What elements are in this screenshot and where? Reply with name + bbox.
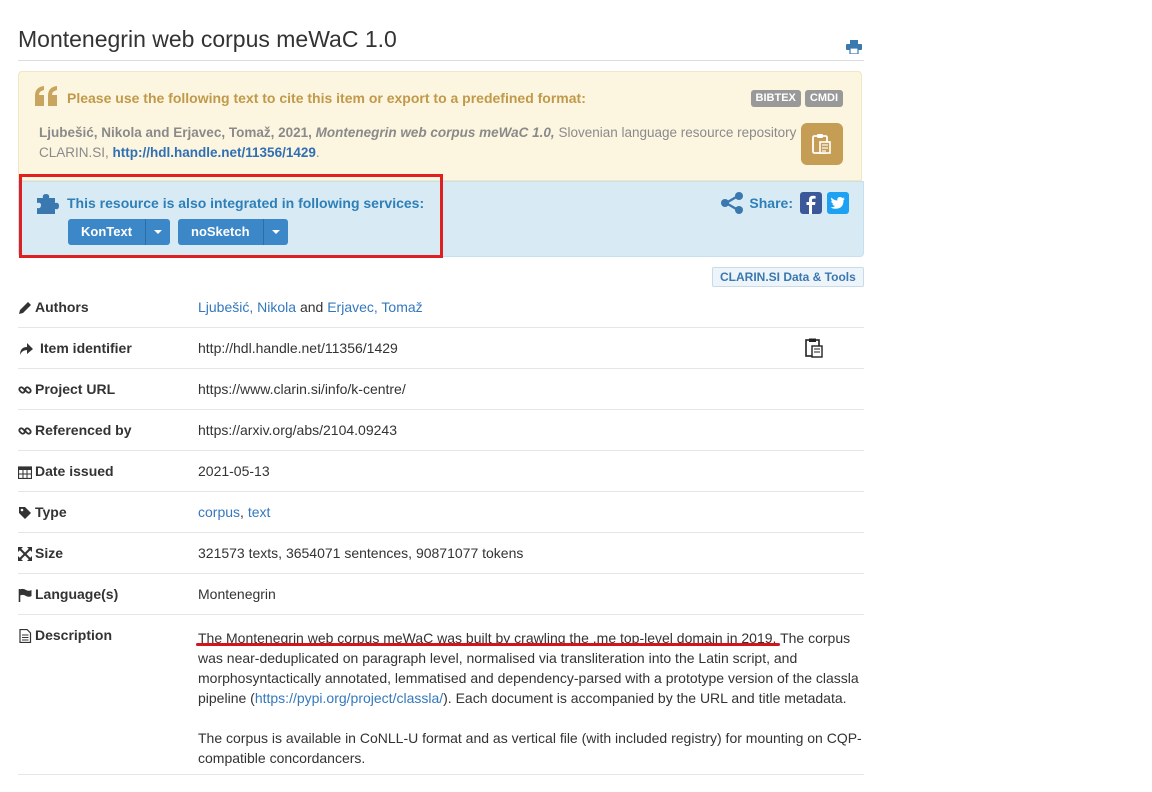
share-icon <box>721 192 744 214</box>
calendar-icon <box>18 466 32 479</box>
project-url-label: Project URL <box>35 381 116 397</box>
date-issued-label: Date issued <box>35 463 114 479</box>
copy-citation-button[interactable] <box>801 123 843 165</box>
flag-icon <box>18 588 32 602</box>
author-link-erjavec[interactable]: Erjavec, Tomaž <box>327 299 422 315</box>
project-url-row: Project URL https://www.clarin.si/info/k… <box>18 369 864 410</box>
annotation-underline <box>196 643 780 646</box>
referenced-by-link[interactable]: https://arxiv.org/abs/2104.09243 <box>198 422 397 438</box>
identifier-link[interactable]: http://hdl.handle.net/11356/1429 <box>198 340 398 356</box>
annotation-highlight-box <box>19 174 443 258</box>
twitter-icon[interactable] <box>827 192 849 214</box>
type-value: corpus, text <box>198 504 271 520</box>
description-row: Description The Montenegrin web corpus m… <box>18 624 864 775</box>
share-label: Share: <box>749 195 793 211</box>
type-link-text[interactable]: text <box>248 504 271 520</box>
type-label: Type <box>35 504 67 520</box>
export-badges: BIBTEX CMDI <box>750 90 843 107</box>
citation-authors: Ljubešić, Nikola and Erjavec, Tomaž, 202… <box>39 125 312 140</box>
referenced-by-row: Referenced by https://arxiv.org/abs/2104… <box>18 410 864 451</box>
project-url-link[interactable]: https://www.clarin.si/info/k-centre/ <box>198 381 406 397</box>
share-area: Share: <box>720 192 849 214</box>
tag-icon <box>19 507 31 519</box>
authors-label: Authors <box>35 299 89 315</box>
citation-text: Ljubešić, Nikola and Erjavec, Tomaž, 202… <box>39 125 797 160</box>
link-icon <box>18 386 32 394</box>
authors-value: Ljubešić, Nikola and Erjavec, Tomaž <box>198 299 423 315</box>
citation-handle-link[interactable]: http://hdl.handle.net/11356/1429 <box>113 145 316 160</box>
citation-title: Montenegrin web corpus meWaC 1.0, <box>315 125 555 140</box>
title-divider <box>18 60 864 61</box>
type-row: Type corpus, text <box>18 492 864 533</box>
identifier-label: Item identifier <box>40 340 132 356</box>
page-title: Montenegrin web corpus meWaC 1.0 <box>18 26 397 52</box>
bibtex-badge[interactable]: BIBTEX <box>750 90 801 107</box>
referenced-by-label: Referenced by <box>35 422 132 438</box>
description-text: The Montenegrin web corpus meWaC was bui… <box>198 628 864 788</box>
citation-heading: Please use the following text to cite th… <box>67 90 586 106</box>
data-tools-badge[interactable]: CLARIN.SI Data & Tools <box>712 267 864 287</box>
quote-icon <box>35 86 57 106</box>
description-label: Description <box>35 627 113 643</box>
share-arrow-icon <box>20 343 33 355</box>
clipboard-icon <box>812 134 831 154</box>
description-paragraph-2: The corpus is available in CoNLL-U forma… <box>198 730 862 766</box>
size-label: Size <box>35 545 64 561</box>
link-icon <box>18 427 32 435</box>
size-value: 321573 texts, 3654071 sentences, 9087107… <box>198 545 524 561</box>
date-issued-row: Date issued 2021-05-13 <box>18 451 864 492</box>
languages-row: Language(s) Montenegrin <box>18 574 864 615</box>
expand-icon <box>18 547 32 561</box>
date-issued-value: 2021-05-13 <box>198 463 270 479</box>
languages-label: Language(s) <box>35 586 119 602</box>
cmdi-badge[interactable]: CMDI <box>804 90 843 107</box>
language-link-montenegrin[interactable]: Montenegrin <box>198 586 276 602</box>
identifier-row: Item identifier http://hdl.handle.net/11… <box>18 328 864 369</box>
classla-link[interactable]: https://pypi.org/project/classla/ <box>255 690 443 706</box>
author-link-ljubesic[interactable]: Ljubešić, Nikola <box>198 299 296 315</box>
pencil-icon <box>19 302 31 314</box>
authors-row: Authors Ljubešić, Nikola and Erjavec, To… <box>18 287 864 328</box>
type-link-corpus[interactable]: corpus <box>198 504 240 520</box>
facebook-icon[interactable] <box>800 192 822 214</box>
print-icon[interactable] <box>846 40 862 54</box>
file-text-icon <box>19 629 32 643</box>
size-row: Size 321573 texts, 3654071 sentences, 90… <box>18 533 864 574</box>
copy-identifier-icon[interactable] <box>805 338 823 358</box>
citation-box: Please use the following text to cite th… <box>18 71 862 181</box>
